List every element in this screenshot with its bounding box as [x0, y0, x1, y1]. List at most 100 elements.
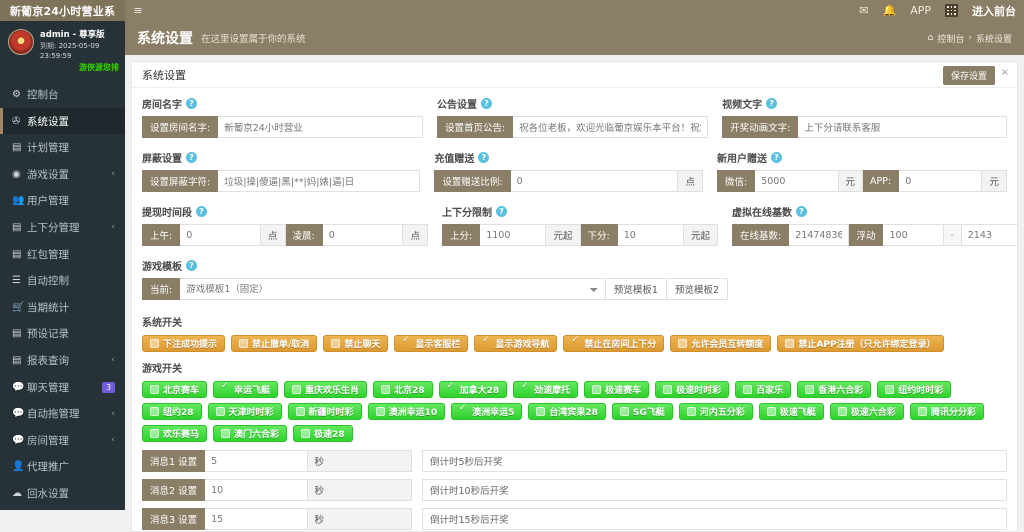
checkbox-icon[interactable] — [885, 385, 895, 394]
app-link[interactable]: APP — [910, 4, 931, 17]
checkbox-icon[interactable] — [663, 385, 673, 394]
checkbox-icon[interactable] — [743, 385, 753, 394]
help-icon[interactable]: ? — [796, 206, 807, 217]
sidebar-item-11[interactable]: 💬 聊天管理 3 — [0, 374, 125, 401]
switch-game_switches-0[interactable]: 北京赛车 — [142, 381, 208, 398]
sidebar-item-7[interactable]: ☰ 自动控制 — [0, 267, 125, 294]
score-down-input[interactable] — [617, 224, 684, 246]
checkbox-icon[interactable] — [766, 407, 776, 416]
switch-game_switches-9[interactable]: 香港六合彩 — [797, 381, 872, 398]
switch-game_switches-4[interactable]: 加拿大28 — [438, 381, 508, 398]
checkbox-icon[interactable] — [402, 335, 411, 348]
switch-game_switches-6[interactable]: 极速赛车 — [584, 381, 650, 398]
new-user-gift-app-input[interactable] — [899, 170, 983, 192]
sidebar-item-8[interactable]: 🛒 当期统计 — [0, 294, 125, 321]
message-text-input[interactable] — [422, 479, 1007, 501]
switch-game_switches-22[interactable]: 欢乐赛马 — [142, 425, 208, 442]
switch-system_switches-5[interactable]: 禁止在房间上下分 — [563, 335, 665, 352]
switch-system_switches-4[interactable]: 显示游戏导航 — [474, 335, 558, 352]
help-icon[interactable]: ? — [478, 152, 490, 163]
mail-icon[interactable]: ✉ — [859, 4, 868, 17]
sidebar-item-6[interactable]: ▤ 红包管理 — [0, 241, 125, 268]
checkbox-icon[interactable] — [917, 407, 927, 416]
sidebar-item-13[interactable]: 💬 房间管理 ‹ — [0, 427, 125, 454]
switch-game_switches-8[interactable]: 百家乐 — [735, 381, 792, 398]
switch-game_switches-10[interactable]: 纽约时时彩 — [877, 381, 952, 398]
checkbox-icon[interactable] — [619, 407, 629, 416]
checkbox-icon[interactable] — [221, 381, 230, 394]
message-seconds-input[interactable] — [205, 450, 308, 472]
checkbox-icon[interactable] — [295, 407, 305, 416]
checkbox-icon[interactable] — [785, 339, 795, 348]
help-icon[interactable]: ? — [186, 152, 197, 163]
help-icon[interactable]: ? — [771, 152, 782, 163]
checkbox-icon[interactable] — [571, 335, 580, 348]
checkbox-icon[interactable] — [215, 407, 225, 416]
switch-game_switches-11[interactable]: 纽约28 — [142, 403, 202, 420]
switch-game_switches-5[interactable]: 劲速摩托 — [513, 381, 579, 398]
switch-game_switches-12[interactable]: 天津时时彩 — [207, 403, 282, 420]
switch-system_switches-2[interactable]: 禁止聊天 — [323, 335, 389, 352]
help-icon[interactable]: ? — [186, 98, 197, 109]
help-icon[interactable]: ? — [496, 206, 507, 217]
switch-game_switches-15[interactable]: 澳洲幸运5 — [451, 403, 523, 420]
switch-system_switches-6[interactable]: 允许会员互转额度 — [670, 335, 772, 352]
sidebar-item-14[interactable]: 👤 代理推广 — [0, 454, 125, 481]
checkbox-icon[interactable] — [150, 429, 159, 438]
sidebar-toggle-icon[interactable]: ≡ — [125, 4, 151, 17]
shield-input[interactable] — [218, 170, 421, 192]
checkbox-icon[interactable] — [239, 339, 249, 348]
switch-game_switches-13[interactable]: 新疆时时彩 — [287, 403, 362, 420]
message-seconds-input[interactable] — [205, 508, 308, 530]
checkbox-icon[interactable] — [592, 385, 602, 394]
switch-system_switches-1[interactable]: 禁止撤单/取消 — [231, 335, 318, 352]
sidebar-item-1[interactable]: ✇ 系统设置 — [0, 107, 125, 135]
sidebar-item-4[interactable]: 👥 用户管理 — [0, 188, 125, 215]
message-text-input[interactable] — [422, 508, 1007, 530]
close-icon[interactable]: × — [1001, 67, 1009, 78]
checkbox-icon[interactable] — [482, 335, 491, 348]
withdraw-dawn-input[interactable] — [322, 224, 404, 246]
switch-game_switches-7[interactable]: 极速时时彩 — [655, 381, 730, 398]
checkbox-icon[interactable] — [150, 385, 159, 394]
sidebar-item-3[interactable]: ◉ 游戏设置 ‹ — [0, 161, 125, 188]
checkbox-icon[interactable] — [301, 429, 311, 438]
online-base-input[interactable] — [789, 224, 850, 246]
checkbox-icon[interactable] — [331, 339, 341, 348]
checkbox-icon[interactable] — [678, 339, 688, 348]
sidebar-item-2[interactable]: ▤ 计划管理 — [0, 134, 125, 161]
help-icon[interactable]: ? — [766, 98, 778, 109]
video-text-input[interactable] — [798, 116, 1007, 138]
sidebar-item-12[interactable]: 💬 自动拖管理 ‹ — [0, 400, 125, 427]
switch-game_switches-16[interactable]: 台湾宾果28 — [528, 403, 606, 420]
save-settings-button[interactable]: 保存设置 — [942, 66, 995, 85]
checkbox-icon[interactable] — [375, 407, 385, 416]
message-text-input[interactable] — [422, 450, 1007, 472]
help-icon[interactable]: ? — [186, 260, 197, 271]
sidebar-item-10[interactable]: ▤ 报表查询 ‹ — [0, 347, 125, 374]
sidebar-item-0[interactable]: ⚙ 控制台 — [0, 81, 125, 108]
switch-game_switches-18[interactable]: 河内五分彩 — [678, 403, 753, 420]
checkbox-icon[interactable] — [381, 385, 391, 394]
sidebar-item-9[interactable]: ▤ 预设记录 — [0, 321, 125, 348]
bell-icon[interactable]: 🔔 — [883, 4, 897, 17]
switch-game_switches-24[interactable]: 极速28 — [293, 425, 353, 442]
switch-game_switches-1[interactable]: 幸运飞艇 — [213, 381, 279, 398]
checkbox-icon[interactable] — [447, 381, 456, 394]
sidebar-item-5[interactable]: ▤ 上下分管理 ‹ — [0, 214, 125, 241]
new-user-gift-wechat-input[interactable] — [755, 170, 839, 192]
switch-game_switches-19[interactable]: 极速飞艇 — [758, 403, 824, 420]
switch-game_switches-14[interactable]: 澳洲幸运10 — [367, 403, 446, 420]
preview-template-1-button[interactable]: 预览模板1 — [605, 278, 667, 300]
checkbox-icon[interactable] — [521, 381, 530, 394]
checkbox-icon[interactable] — [221, 429, 231, 438]
checkbox-icon[interactable] — [292, 385, 302, 394]
room-name-input[interactable] — [218, 116, 423, 138]
score-up-input[interactable] — [480, 224, 547, 246]
help-icon[interactable]: ? — [196, 206, 207, 217]
switch-game_switches-2[interactable]: 重庆欢乐生肖 — [284, 381, 368, 398]
online-float-max-input[interactable] — [961, 224, 1017, 246]
qr-code-icon[interactable] — [945, 4, 958, 17]
recharge-gift-input[interactable] — [510, 170, 679, 192]
help-icon[interactable]: ? — [480, 98, 492, 109]
